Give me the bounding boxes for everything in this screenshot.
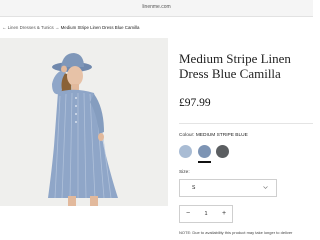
breadcrumb-separator: → xyxy=(54,25,60,30)
quantity-decrease-button[interactable]: − xyxy=(180,206,196,222)
colour-swatch-light-blue[interactable] xyxy=(179,145,192,158)
quantity-increase-button[interactable]: + xyxy=(216,206,232,222)
quantity-value[interactable]: 1 xyxy=(196,206,216,222)
chevron-down-icon xyxy=(263,186,268,189)
quantity-stepper: − 1 + xyxy=(179,205,233,223)
breadcrumb-current: Medium Stripe Linen Dress Blue Camilla xyxy=(60,25,140,30)
model-in-dress-illustration xyxy=(0,38,168,206)
divider xyxy=(179,123,313,124)
size-select[interactable]: S xyxy=(179,179,277,197)
size-label: Size: xyxy=(179,170,190,175)
breadcrumb: ← Linen Dresses & Tunics → Medium Stripe… xyxy=(2,25,139,30)
colour-label: Colour: MEDIUM STRIPE BLUE xyxy=(179,133,248,138)
size-value: S xyxy=(192,185,196,191)
breadcrumb-prefix-icon: ← xyxy=(2,25,7,30)
selected-swatch-indicator xyxy=(198,161,211,163)
url-text: linenme.com xyxy=(142,4,171,10)
product-price: £97.99 xyxy=(179,97,211,109)
browser-address-bar[interactable]: linenme.com xyxy=(0,0,313,17)
colour-label-text: Colour: xyxy=(179,133,195,138)
colour-swatch-medium-stripe-blue[interactable] xyxy=(198,145,211,158)
breadcrumb-parent-link[interactable]: Linen Dresses & Tunics xyxy=(8,25,54,30)
product-image[interactable] xyxy=(0,38,168,206)
colour-swatch-dark-grey[interactable] xyxy=(216,145,229,158)
colour-value: MEDIUM STRIPE BLUE xyxy=(195,133,248,138)
delivery-note: NOTE: Due to availability this product m… xyxy=(179,230,293,235)
product-title: Medium Stripe Linen Dress Blue Camilla xyxy=(179,51,291,81)
